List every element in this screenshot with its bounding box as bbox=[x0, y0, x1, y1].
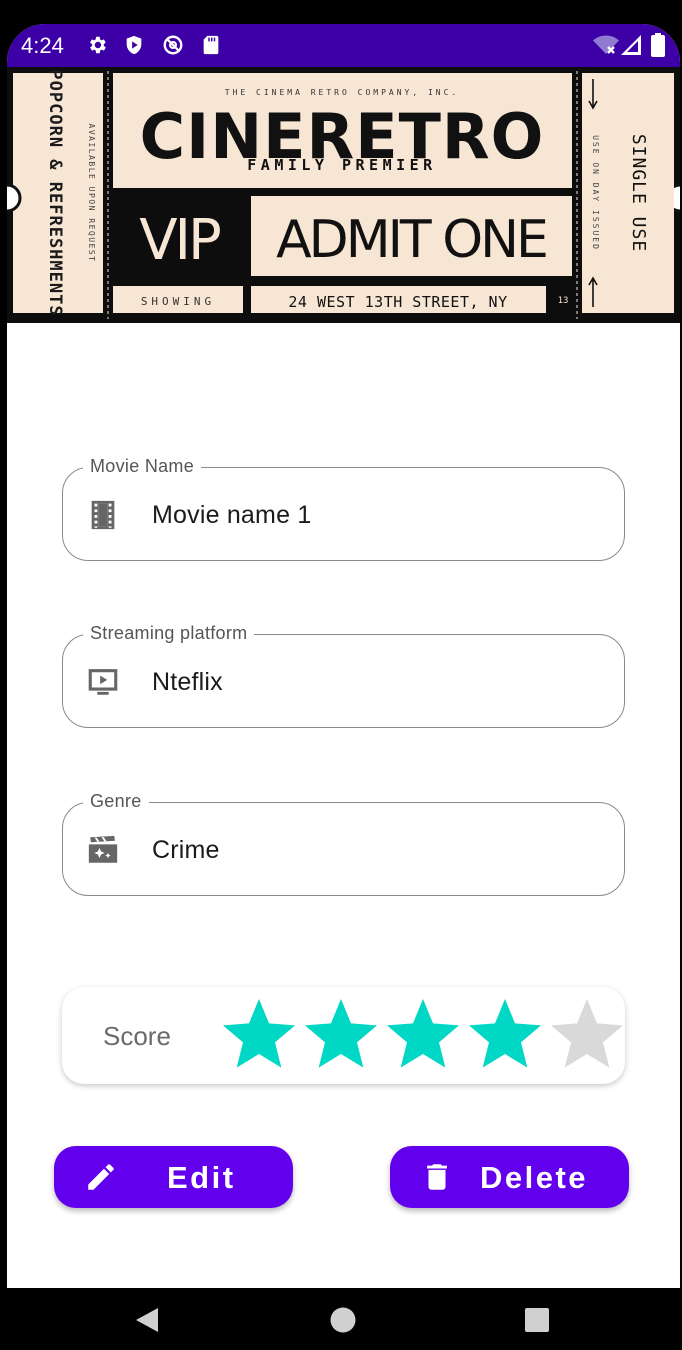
ticket-company: THE CINEMA RETRO COMPANY, INC. bbox=[225, 88, 460, 97]
tv-play-icon bbox=[88, 669, 118, 695]
shield-icon bbox=[126, 35, 142, 55]
score-card: Score bbox=[62, 987, 625, 1084]
home-icon[interactable] bbox=[329, 1306, 357, 1334]
ticket-left-stub-text: POPCORN & REFRESHMENTS bbox=[45, 69, 65, 316]
clapperboard-sparkle-icon bbox=[88, 835, 118, 863]
ticket-banner: POPCORN & REFRESHMENTS AVAILABLE UPON RE… bbox=[7, 67, 680, 323]
wifi-off-icon bbox=[593, 35, 619, 54]
trash-icon bbox=[427, 1164, 447, 1190]
recents-icon[interactable] bbox=[523, 1306, 551, 1334]
star-filled-icon[interactable] bbox=[300, 993, 382, 1073]
delete-button[interactable]: Delete bbox=[390, 1146, 629, 1208]
app-screen: 4:24 POPCORN & REFRESHMENTS AVAILABLE UP… bbox=[7, 24, 680, 1350]
ticket-showing: SHOWING bbox=[141, 295, 215, 308]
film-strip-icon bbox=[91, 500, 115, 530]
genre-input[interactable]: Crime bbox=[152, 836, 220, 865]
movie-name-input[interactable]: Movie name 1 bbox=[152, 501, 311, 530]
delete-button-label: Delete bbox=[480, 1160, 589, 1195]
streaming-platform-label: Streaming platform bbox=[83, 623, 255, 644]
ticket-left-stub-small: AVAILABLE UPON REQUEST bbox=[87, 124, 96, 263]
edit-button-label: Edit bbox=[167, 1160, 236, 1195]
signal-icon bbox=[621, 35, 641, 55]
navigation-bar bbox=[0, 1288, 682, 1350]
status-bar: 4:24 bbox=[7, 24, 680, 67]
ticket-vip: VIP bbox=[139, 208, 220, 273]
ticket-right-stub-small: USE ON DAY ISSUED bbox=[591, 135, 600, 251]
score-label: Score bbox=[103, 1021, 171, 1051]
movie-name-label: Movie Name bbox=[83, 456, 202, 477]
edit-button[interactable]: Edit bbox=[54, 1146, 293, 1208]
gear-icon bbox=[90, 36, 106, 54]
star-filled-icon[interactable] bbox=[382, 993, 464, 1073]
movie-name-field[interactable]: Movie Name Movie name 1 bbox=[62, 456, 625, 561]
status-time: 4:24 bbox=[21, 33, 64, 58]
star-filled-icon[interactable] bbox=[218, 993, 300, 1073]
ticket-right-stub-text: SINGLE USE bbox=[628, 134, 649, 252]
back-icon[interactable] bbox=[133, 1306, 161, 1334]
streaming-platform-field[interactable]: Streaming platform Nteflix bbox=[62, 623, 625, 728]
genre-field[interactable]: Genre Crime bbox=[62, 791, 625, 896]
pencil-icon bbox=[88, 1164, 114, 1190]
ticket-admit: ADMIT ONE bbox=[276, 210, 546, 270]
star-filled-icon[interactable] bbox=[464, 993, 546, 1073]
ticket-subtitle: FAMILY PREMIER bbox=[247, 156, 436, 174]
streaming-platform-input[interactable]: Nteflix bbox=[152, 668, 223, 697]
star-empty-icon[interactable] bbox=[546, 993, 628, 1073]
at-sign-icon bbox=[163, 35, 183, 55]
battery-icon bbox=[651, 33, 665, 57]
sd-card-icon bbox=[203, 35, 219, 55]
ticket-address: 24 WEST 13TH STREET, NY bbox=[288, 293, 507, 311]
genre-label: Genre bbox=[83, 791, 149, 812]
rating-bar[interactable] bbox=[218, 993, 628, 1073]
ticket-number: 13 bbox=[558, 296, 569, 306]
